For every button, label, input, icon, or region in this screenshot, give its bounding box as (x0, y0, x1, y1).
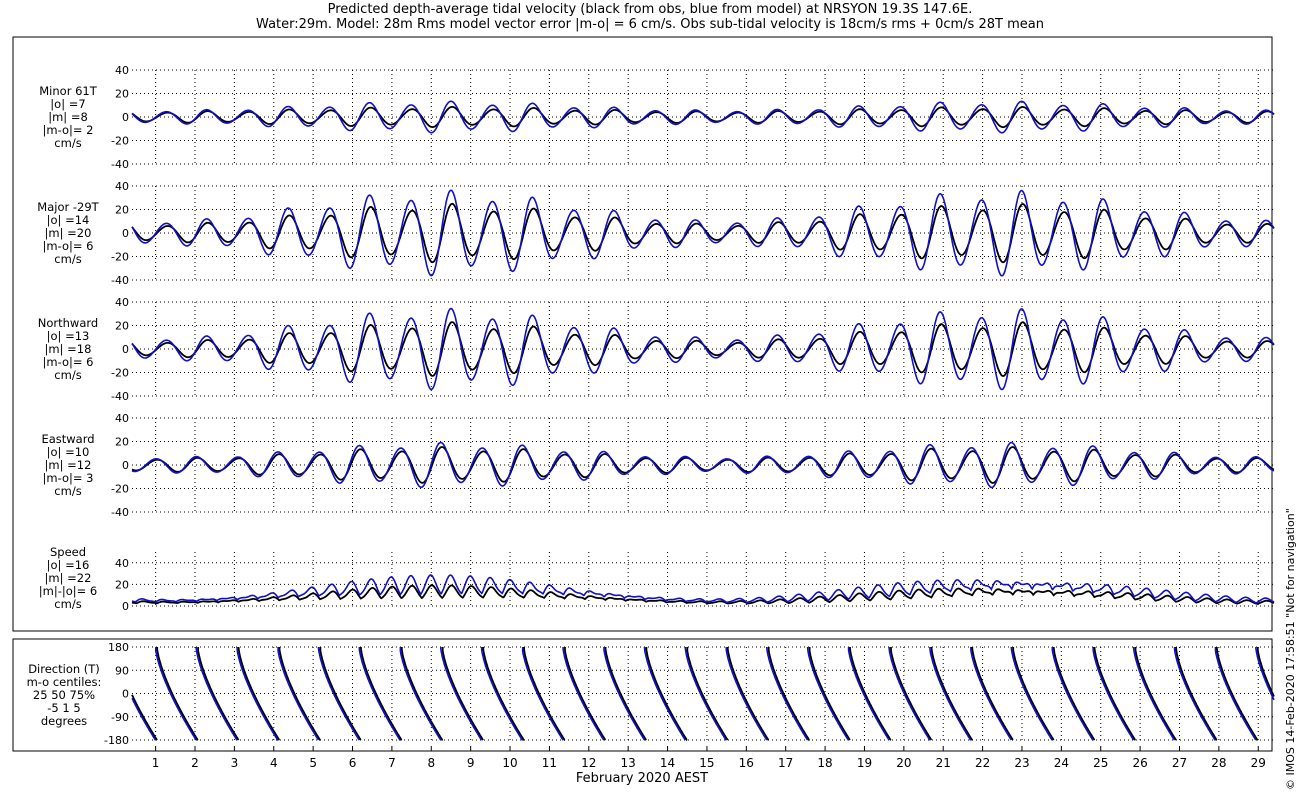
y-tick-label: -90 (111, 711, 129, 724)
x-tick-label: 18 (817, 756, 832, 770)
panel-label-line: degrees (40, 714, 88, 728)
x-tick-label: 2 (191, 756, 199, 770)
panel-label-east: Eastward |o| =10 |m| =12 |m-o|= 3 cm/s (20, 431, 116, 498)
panel-label-line: |o| =13 (46, 328, 90, 343)
panel-label-line: |m| =8 (48, 109, 88, 124)
y-tick-label: -180 (104, 734, 129, 747)
x-tick-label: 1 (152, 756, 160, 770)
x-tick-label: 13 (621, 756, 636, 770)
y-tick-label: 20 (115, 436, 129, 449)
y-tick-label: 40 (115, 412, 129, 425)
panel-label-minor: Minor 61T |o| =7 |m| =8 |m-o|= 2 cm/s (20, 83, 116, 150)
y-tick-label: -40 (111, 158, 129, 171)
series-line-obs (131, 321, 1275, 377)
y-tick-label: 20 (115, 204, 129, 217)
y-tick-label: 0 (122, 600, 129, 613)
x-tick-label: 7 (388, 756, 396, 770)
series-line-model (131, 100, 1275, 134)
panel-label-line: |m| =18 (44, 341, 92, 356)
x-tick-label: 21 (936, 756, 951, 770)
y-tick-label: 40 (115, 557, 129, 570)
x-tick-label: 4 (270, 756, 278, 770)
x-axis-label: February 2020 AEST (575, 771, 709, 786)
panel-label-line: |o| =7 (50, 96, 86, 111)
y-tick-label: 0 (122, 688, 129, 701)
panel-label-line: |m| =20 (44, 225, 92, 240)
x-tick-label: 14 (660, 756, 675, 770)
panel-label-major: Major -29T |o| =14 |m| =20 |m-o|= 6 cm/s (20, 199, 116, 266)
panel-label-line: |m-o|= 3 (42, 470, 94, 485)
x-tick-label: 28 (1211, 756, 1226, 770)
panel-label-line: |o| =10 (46, 444, 90, 459)
panel-label-line: cm/s (54, 367, 82, 382)
x-tick-label: 3 (231, 756, 239, 770)
panel-label-north: Northward |o| =13 |m| =18 |m-o|= 6 cm/s (20, 315, 116, 382)
y-tick-label: 40 (115, 180, 129, 193)
panel-label-line: |m-o|= 2 (42, 122, 94, 137)
panel-label-line: Major -29T (37, 199, 99, 214)
x-tick-label: 26 (1132, 756, 1147, 770)
x-tick-label: 6 (349, 756, 357, 770)
y-tick-label: 180 (108, 641, 129, 654)
x-tick-label: 15 (699, 756, 714, 770)
x-tick-label: 5 (309, 756, 317, 770)
x-tick-label: 19 (857, 756, 872, 770)
panel-label-line: |o| =14 (46, 212, 90, 227)
x-tick-label: 25 (1093, 756, 1108, 770)
x-tick-label: 23 (1014, 756, 1029, 770)
x-tick-label: 27 (1172, 756, 1187, 770)
panel-label-line: cm/s (54, 483, 82, 498)
y-tick-label: 40 (115, 296, 129, 309)
x-tick-label: 9 (467, 756, 475, 770)
series-line-model (131, 441, 1275, 489)
credit-text: © IMOS 14-Feb-2020 17:58:51 "Not for nav… (1284, 508, 1297, 790)
x-tick-label: 29 (1251, 756, 1266, 770)
y-tick-label: 90 (115, 664, 129, 677)
series-line-obs (131, 202, 1275, 264)
panel-label-line: Minor 61T (39, 83, 97, 98)
panel-label-line: |m| =12 (44, 457, 92, 472)
y-tick-label: -40 (111, 274, 129, 287)
panel-label-speed: Speed |o| =16 |m| =22 |m|-|o|= 6 cm/s (20, 546, 116, 611)
panel-label-line: Northward (37, 315, 99, 330)
panel-label-line: |m-o|= 6 (42, 238, 94, 253)
x-tick-label: 22 (975, 756, 990, 770)
x-tick-label: 20 (896, 756, 911, 770)
series-line-model (131, 647, 1275, 741)
panel-label-line: Eastward (41, 431, 95, 446)
tidal-velocity-chart: 1 2 3 4 5 6 7 8 9 10 11 12 13 14 15 16 17 18 19 20 21 22 23 24 2… (12, 36, 1275, 770)
x-tick-label: 24 (1054, 756, 1069, 770)
series-line-obs (131, 646, 1275, 741)
series-line-model (131, 189, 1275, 277)
y-tick-label: 20 (115, 88, 129, 101)
x-tick-label: 8 (427, 756, 435, 770)
x-tick-label: 10 (502, 756, 517, 770)
y-tick-label: 0 (122, 227, 129, 240)
panel-label-direction: Direction (T) m-o centiles: 25 50 75% -5 1 … (16, 663, 112, 728)
y-tick-label: -40 (111, 506, 129, 519)
panel-label-line: cm/s (54, 135, 82, 150)
x-tick-label: 17 (778, 756, 793, 770)
y-tick-label: -40 (111, 390, 129, 403)
y-tick-label: 20 (115, 578, 129, 591)
x-tick-label: 16 (739, 756, 754, 770)
x-tick-label: 12 (581, 756, 596, 770)
x-tick-label: 11 (542, 756, 557, 770)
y-tick-label: 0 (122, 111, 129, 124)
y-tick-label: 0 (122, 343, 129, 356)
series-line-model (131, 307, 1275, 391)
panel-label-line: cm/s (54, 251, 82, 266)
panel-label-line: |m-o|= 6 (42, 354, 94, 369)
y-tick-label: 40 (115, 64, 129, 77)
panel-label-line: cm/s (54, 597, 82, 611)
y-tick-label: 0 (122, 459, 129, 472)
y-tick-label: 20 (115, 320, 129, 333)
